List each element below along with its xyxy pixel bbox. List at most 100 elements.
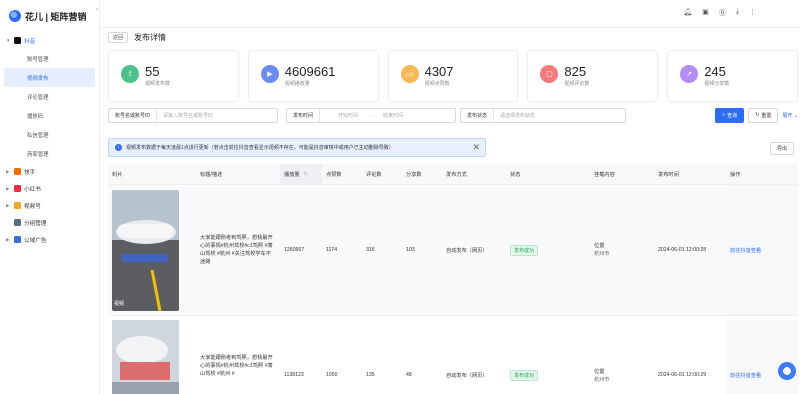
brand[interactable]: 花儿 | 矩阵营销 <box>0 0 99 32</box>
chevron-right-icon: ▶ <box>6 236 10 242</box>
column-header: 发布时间 <box>658 171 679 178</box>
back-button[interactable]: 返回 <box>108 32 129 43</box>
xiaohongshu-icon <box>14 185 21 192</box>
sort-icon[interactable]: ⇅ <box>304 171 308 177</box>
column-header: 标题/描述 <box>200 171 223 178</box>
view-on-douyin-link[interactable]: 前往抖音查看 <box>730 247 761 254</box>
stat-label: 视频点赞数 <box>424 81 450 87</box>
account-filter[interactable]: 账号名或账号ID 请输入账号名或账号ID <box>108 107 278 123</box>
stat-value: 4609661 <box>284 64 336 79</box>
video-title: 大家能跟刚考到驾照，想我最开心的事情#杭州驾校#c1驾照 #萧山驾校 #杭州 # <box>200 355 273 377</box>
stat-label: 视频评论数 <box>564 81 590 87</box>
search-button[interactable]: ⌕ 查询 <box>715 107 745 123</box>
view-on-douyin-link[interactable]: 前往抖音查看 <box>730 373 761 379</box>
start-time-input[interactable]: 开始时间 <box>320 112 364 119</box>
column-header: 状态 <box>510 171 521 178</box>
column-header: 分享数 <box>406 171 422 178</box>
publish-method-cell: 自动发布（网页） <box>446 373 488 379</box>
column-header: 发布方式 <box>446 171 467 178</box>
stat-card-like-count: 👍︎ 4307 视频点赞数 <box>387 50 519 102</box>
sidebar: 花儿 | 矩阵营销 ‹ ▼ 抖音 账号管理 视频发布 评论管理 播放码 私信管理… <box>0 0 100 394</box>
video-thumbnail[interactable] <box>112 320 179 394</box>
sidebar-group-kuaishou[interactable]: ▶ 快手 <box>0 163 99 180</box>
export-button[interactable]: 导出 <box>769 142 794 155</box>
download-icon[interactable]: ⤓ <box>736 8 739 18</box>
video-thumbnail[interactable]: 视频 <box>112 189 179 311</box>
notice-text: 视频发布数据于每天凌晨1点进行更新（若点击前往抖音查看显示视频不存在，可能是抖音… <box>126 145 394 151</box>
thumbnail-cell: 视频 <box>108 189 196 311</box>
gift-icon[interactable]: ▣ <box>702 8 709 18</box>
mount-value: 杭州市 <box>594 251 610 257</box>
stats-row: ⇧ 55 视频发布数 ▶ 4609661 视频播放量 👍︎ 4307 视频点赞数 ▢ … <box>108 50 798 102</box>
chevron-right-icon: ▶ <box>6 168 10 174</box>
mount-type: 位置 <box>594 369 605 375</box>
publish-time-label: 发布时间 <box>287 108 321 122</box>
sidebar-group-label: 公域广告 <box>24 237 47 244</box>
chevron-right-icon: ▶ <box>6 202 10 208</box>
publish-table: 封片 标题/描述 播放量 ⇅ 点赞数 评论数 分享数 发布方式 状态 挂载内容 发… <box>108 164 798 394</box>
sidebar-item-dm-manage[interactable]: 私信管理 <box>0 125 99 144</box>
sidebar-item-group-manage[interactable]: 分组管理 <box>0 214 99 231</box>
more-icon[interactable]: ⋮ <box>749 8 756 18</box>
publish-time-filter[interactable]: 发布时间 开始时间 → 结束时间 <box>286 107 456 123</box>
collapse-sidebar-icon[interactable]: ‹ <box>96 7 98 13</box>
sidebar-group-public-ads[interactable]: ▶ 公域广告 <box>0 231 99 248</box>
likes-cell: 1050 <box>326 372 338 378</box>
sidebar-item-video-publish[interactable]: 视频发布 <box>4 68 95 87</box>
publish-status-filter[interactable]: 发布状态 请选择发布状态 <box>460 107 626 123</box>
stat-label: 视频发布数 <box>145 81 171 87</box>
sidebar-group-label: 视频号 <box>24 203 41 210</box>
group-icon <box>14 219 21 226</box>
sidebar-item-account-manage[interactable]: 账号管理 <box>0 49 99 68</box>
ai-assistant-label: AI <box>784 368 790 374</box>
search-button-label: 查询 <box>727 112 738 119</box>
thumbnail-image <box>112 320 179 394</box>
sidebar-item-label: 分组管理 <box>24 220 47 227</box>
chevron-right-icon: ▶ <box>6 185 10 191</box>
bell-icon[interactable]: 🔔︎ <box>683 8 692 18</box>
column-header: 挂载内容 <box>594 171 615 178</box>
sidebar-group-douyin[interactable]: ▼ 抖音 <box>0 32 99 49</box>
sidebar-item-play-code[interactable]: 播放码 <box>0 106 99 125</box>
account-input[interactable]: 请输入账号名或账号ID <box>157 112 219 119</box>
close-icon[interactable]: ✕ <box>472 142 480 153</box>
stat-value: 825 <box>564 64 587 79</box>
table-header: 封片 标题/描述 播放量 ⇅ 点赞数 评论数 分享数 发布方式 状态 挂载内容 发… <box>108 164 798 185</box>
stat-label: 视频播放量 <box>284 81 310 87</box>
expand-filters-link[interactable]: 展开 ⌄ <box>782 112 798 119</box>
shares-cell: 48 <box>406 372 412 378</box>
sidebar-group-label: 快手 <box>24 169 36 176</box>
likes-cell: 1174 <box>326 247 338 253</box>
search-icon: ⌕ <box>722 112 726 118</box>
thumbs-up-icon: 👍︎ <box>400 65 419 83</box>
stat-card-comment-count: ▢ 825 视频评论数 <box>527 50 659 102</box>
sidebar-group-xiaohongshu[interactable]: ▶ 小红书 <box>0 180 99 197</box>
brand-logo-icon <box>9 10 21 22</box>
sidebar-item-comment-manage[interactable]: 评论管理 <box>0 87 99 106</box>
shipinhao-icon <box>14 202 21 209</box>
column-header: 评论数 <box>366 171 382 178</box>
column-header-plays[interactable]: 播放量 ⇅ <box>280 164 322 184</box>
publish-time-cell: 2024-06-01 12:00:28 <box>658 247 707 253</box>
stat-value: 55 <box>145 64 160 79</box>
publish-status-select[interactable]: 请选择发布状态 <box>494 112 541 119</box>
brand-name: 花儿 | 矩阵营销 <box>25 11 87 22</box>
publish-icon: ⇧ <box>121 65 139 83</box>
status-badge: 发布成功 <box>510 370 539 381</box>
sidebar-item-merchant-manage[interactable]: 商家管理 <box>0 144 99 163</box>
sidebar-group-shipinhao[interactable]: ▶ 视频号 <box>0 197 99 214</box>
help-icon[interactable]: ⓪ <box>719 8 726 18</box>
account-filter-label: 账号名或账号ID <box>109 108 158 122</box>
reset-button-label: 重置 <box>761 112 772 119</box>
stat-card-play-count: ▶ 4609661 视频播放量 <box>247 50 379 102</box>
ai-assistant-button[interactable]: AI <box>778 362 796 380</box>
reset-button[interactable]: ↻ 重置 <box>748 107 779 123</box>
sidebar-group-label: 小红书 <box>24 186 41 193</box>
main-content: 返回 发布详情 ⇧ 55 视频发布数 ▶ 4609661 视频播放量 👍︎ 4307… <box>100 28 800 394</box>
end-time-input[interactable]: 结束时间 <box>377 112 409 119</box>
stat-card-publish-count: ⇧ 55 视频发布数 <box>108 50 239 102</box>
stat-card-share-count: ↗ 245 视频分享数 <box>667 50 798 102</box>
comment-icon: ▢ <box>540 65 559 83</box>
share-icon: ↗ <box>680 65 699 83</box>
info-notice: i 视频发布数据于每天凌晨1点进行更新（若点击前往抖音查看显示视频不存在，可能是… <box>108 138 486 157</box>
